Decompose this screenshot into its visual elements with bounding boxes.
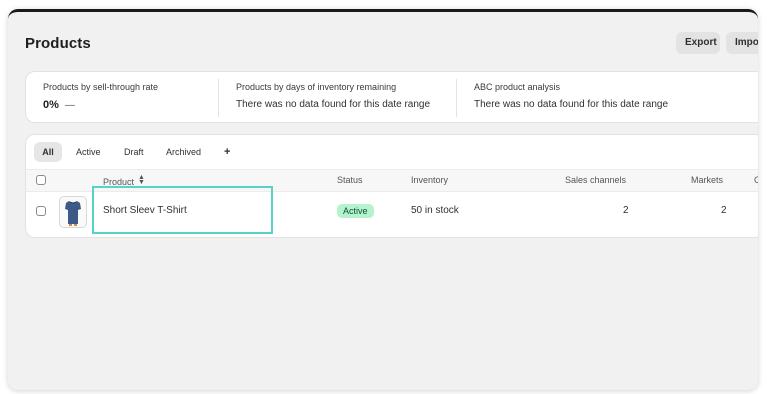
days-inventory-message: There was no data found for this date ra… (236, 99, 431, 110)
column-inventory: Inventory (411, 175, 449, 185)
sell-through-value: 0% (43, 99, 59, 111)
days-inventory-label: Products by days of inventory remaining (236, 82, 397, 92)
tab-all[interactable]: All (34, 142, 62, 162)
abc-analysis-message: There was no data found for this date ra… (474, 99, 669, 110)
column-sales-channels: Sales channels (565, 175, 627, 185)
abc-analysis-metric[interactable]: ABC product analysis There was no data f… (474, 82, 668, 110)
sell-through-metric[interactable]: Products by sell-through rate 0% — (43, 82, 158, 111)
tab-archived[interactable]: Archived (166, 142, 201, 162)
divider (456, 79, 457, 117)
sort-icon: ▲ ▼ (138, 174, 145, 186)
sell-through-trend: — (64, 100, 75, 111)
column-category: C (754, 175, 758, 185)
product-thumbnail (59, 196, 87, 228)
column-markets: Markets (691, 175, 724, 185)
tab-draft[interactable]: Draft (124, 142, 144, 162)
import-button[interactable]: Import (726, 32, 758, 54)
export-button[interactable]: Export (676, 32, 720, 54)
tab-active[interactable]: Active (76, 142, 101, 162)
days-inventory-metric[interactable]: Products by days of inventory remaining … (236, 82, 430, 110)
sales-channels-value: 2 (623, 205, 629, 216)
inventory-value: 50 in stock (411, 205, 459, 216)
analytics-bar: Products by sell-through rate 0% — Produc… (25, 71, 758, 123)
divider (218, 79, 219, 117)
status-badge: Active (337, 204, 374, 218)
highlight-box (92, 186, 273, 234)
abc-analysis-label: ABC product analysis (474, 82, 561, 92)
markets-value: 2 (721, 205, 727, 216)
row-checkbox[interactable] (36, 206, 46, 216)
column-status: Status (337, 175, 363, 185)
sell-through-label: Products by sell-through rate (43, 82, 159, 92)
add-view-button[interactable]: + (224, 142, 230, 162)
select-all-checkbox[interactable] (36, 175, 46, 185)
page-title: Products (25, 35, 91, 52)
